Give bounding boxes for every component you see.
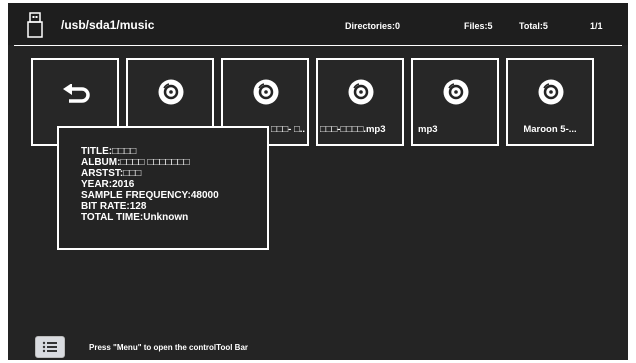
info-title: TITLE:□□□□ [81, 146, 137, 157]
disc-icon [253, 79, 279, 105]
disc-icon [443, 79, 469, 105]
back-arrow-icon [63, 84, 90, 103]
info-bit-rate: BIT RATE:128 [81, 201, 147, 212]
info-album: ALBUM:□□□□ □□□□□□□ [81, 157, 190, 168]
tile-name: Maroon 5-... [523, 124, 577, 135]
info-artist: ARSTST:□□□ [81, 168, 142, 179]
disc-icon [538, 79, 564, 105]
info-sample-frequency: SAMPLE FREQUENCY:48000 [81, 190, 219, 201]
info-total-time: TOTAL TIME:Unknown [81, 212, 189, 223]
tile-name: mp3 [418, 124, 438, 135]
current-path: /usb/sda1/music [61, 18, 155, 32]
disc-icon [158, 79, 184, 105]
music-file-tile[interactable]: □□□-□□□□.mp3 [316, 58, 404, 146]
media-browser-screen: /usb/sda1/music Directories:0 Files:5 To… [8, 3, 628, 360]
menu-button[interactable] [35, 336, 65, 358]
music-file-tile[interactable]: Maroon 5-... [506, 58, 594, 146]
info-year: YEAR:2016 [81, 179, 135, 190]
track-info-popup: TITLE:□□□□ ALBUM:□□□□ □□□□□□□ ARSTST:□□□… [57, 126, 269, 250]
page-indicator: 1/1 [590, 21, 603, 31]
directories-count: Directories:0 [345, 21, 401, 31]
menu-hint-text: Press "Menu" to open the controlTool Bar [89, 343, 249, 352]
total-count: Total:5 [519, 21, 548, 31]
header-divider [14, 45, 622, 46]
tile-name: □□□-□□□□.mp3 [320, 124, 386, 135]
header-bar: /usb/sda1/music Directories:0 Files:5 To… [8, 3, 628, 45]
files-count: Files:5 [464, 21, 493, 31]
menu-list-icon [42, 341, 57, 353]
usb-drive-icon [27, 12, 43, 38]
music-file-tile[interactable]: mp3 [411, 58, 499, 146]
disc-icon [348, 79, 374, 105]
